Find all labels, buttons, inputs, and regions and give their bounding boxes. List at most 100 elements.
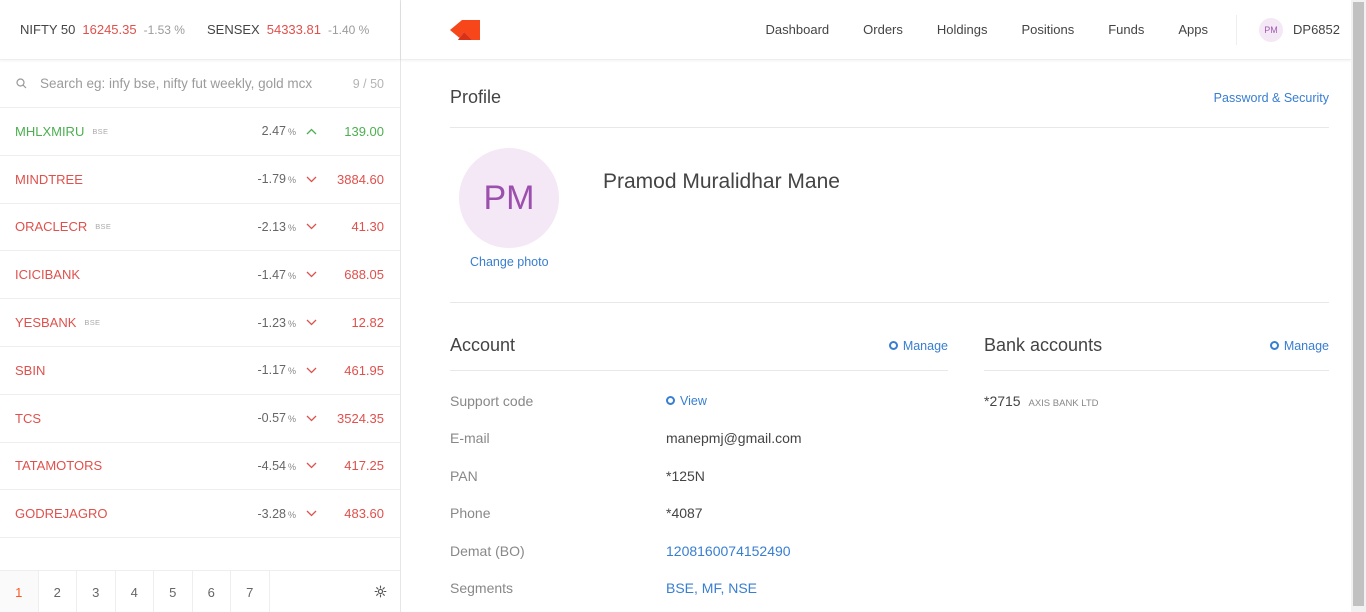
watchlist-item[interactable]: MINDTREE -1.79% 3884.60 — [0, 156, 400, 204]
watchlist-item[interactable]: ICICIBANK -1.47% 688.05 — [0, 251, 400, 300]
kite-logo-icon[interactable] — [450, 19, 482, 40]
change-value: -1.23 — [257, 315, 286, 330]
search-icon — [16, 77, 30, 91]
instrument-symbol: MINDTREE — [15, 171, 83, 187]
index-name: SENSEX — [206, 22, 260, 37]
change-value: -4.54 — [257, 458, 286, 473]
top-navbar: Dashboard Orders Holdings Positions Fund… — [401, 0, 1351, 60]
bank-title: Bank accounts — [984, 335, 1103, 355]
chevron-down-icon — [296, 319, 326, 326]
change-percent: -1.47% — [244, 268, 296, 282]
index-name: NIFTY 50 — [20, 22, 76, 37]
watchlist-page-3[interactable]: 3 — [77, 571, 116, 612]
scrollbar-thumb[interactable] — [1353, 2, 1364, 606]
watchlist: MHLXMIRU BSE 2.47% 139.00 MINDTREE -1.79% 3884… — [0, 108, 400, 539]
percent-sign: % — [287, 222, 296, 233]
user-full-name: Pramod Muralidhar Mane — [603, 170, 840, 193]
settings-gear-icon[interactable] — [360, 571, 400, 612]
nav-positions[interactable]: Positions — [1021, 22, 1074, 37]
segments-link[interactable]: BSE, MF, NSE — [666, 580, 757, 596]
watchlist-page-5[interactable]: 5 — [154, 571, 193, 612]
last-price: 417.25 — [344, 458, 384, 474]
index-change: -1.53 % — [143, 23, 185, 37]
chevron-down-icon — [296, 415, 326, 422]
view-label: View — [680, 393, 707, 408]
change-photo-link[interactable]: Change photo — [470, 255, 549, 269]
instrument-symbol: YESBANK — [15, 315, 77, 331]
watchlist-page-6[interactable]: 6 — [193, 571, 231, 612]
account-section: Account Manage Support code View E-mail … — [450, 303, 948, 607]
password-security-link[interactable]: Password & Security — [1214, 91, 1329, 105]
watchlist-item[interactable]: MHLXMIRU BSE 2.47% 139.00 — [0, 108, 400, 156]
index-value: 16245.35 — [82, 22, 137, 37]
nav-dashboard[interactable]: Dashboard — [766, 22, 830, 37]
index-sensex[interactable]: SENSEX 54333.81 -1.40 % — [207, 22, 369, 37]
exchange-badge: BSE — [92, 126, 109, 136]
app-root: NIFTY 50 16245.35 -1.53 % SENSEX 54333.8… — [0, 0, 1366, 612]
circle-icon — [1269, 341, 1279, 350]
user-id: DP6852 — [1293, 22, 1340, 37]
detail-row: Segments BSE, MF, NSE — [450, 570, 948, 608]
support-code-view-button[interactable]: View — [666, 394, 707, 408]
percent-sign: % — [287, 270, 296, 281]
demat-link[interactable]: 1208160074152490 — [666, 543, 791, 559]
last-price: 139.00 — [344, 123, 384, 139]
profile-avatar[interactable]: PM — [459, 148, 559, 248]
user-menu[interactable]: PM DP6852 — [1259, 17, 1340, 42]
last-price: 41.30 — [351, 219, 384, 235]
watchlist-item[interactable]: YESBANK BSE -1.23% 12.82 — [0, 299, 400, 347]
manage-label: Manage — [1283, 338, 1329, 353]
phone-value: *4087 — [666, 505, 703, 522]
index-value: 54333.81 — [266, 22, 321, 37]
nav-apps[interactable]: Apps — [1178, 22, 1208, 37]
exchange-badge: BSE — [95, 222, 112, 232]
last-price: 461.95 — [344, 362, 384, 378]
change-value: -1.47 — [257, 267, 286, 282]
watchlist-pager: 1234567 — [0, 570, 400, 612]
page-scrollbar[interactable] — [1351, 0, 1366, 612]
instrument-symbol: TCS — [15, 410, 41, 426]
watchlist-page-4[interactable]: 4 — [116, 571, 154, 612]
detail-label: E-mail — [450, 430, 490, 447]
account-manage-button[interactable]: Manage — [888, 339, 948, 353]
chevron-down-icon — [296, 271, 326, 278]
marketwatch-panel: NIFTY 50 16245.35 -1.53 % SENSEX 54333.8… — [0, 0, 401, 612]
bank-header: Bank accounts Manage — [984, 303, 1329, 371]
instrument-symbol: GODREJAGRO — [15, 506, 108, 522]
exchange-badge: BSE — [84, 318, 101, 328]
instrument-search: 9 / 50 — [0, 60, 400, 108]
nav-funds[interactable]: Funds — [1108, 22, 1144, 37]
account-header: Account Manage — [450, 303, 948, 371]
watchlist-item[interactable]: SBIN -1.17% 461.95 — [0, 347, 400, 395]
last-price: 3524.35 — [337, 410, 384, 426]
watchlist-item[interactable]: GODREJAGRO -3.28% 483.60 — [0, 490, 400, 539]
watchlist-item[interactable]: TATAMOTORS -4.54% 417.25 — [0, 443, 400, 491]
account-details: Support code View E-mail manepmj@gmail.c… — [450, 382, 948, 607]
nav-holdings[interactable]: Holdings — [937, 22, 988, 37]
change-value: -3.28 — [257, 506, 286, 521]
bank-account-item: *2715 AXIS BANK LTD — [984, 393, 1329, 409]
email-value: manepmj@gmail.com — [666, 430, 802, 447]
percent-sign: % — [287, 366, 296, 377]
detail-label: PAN — [450, 467, 478, 484]
index-nifty[interactable]: NIFTY 50 16245.35 -1.53 % — [20, 22, 185, 37]
instrument-symbol: SBIN — [15, 362, 46, 378]
detail-row: Demat (BO) 1208160074152490 — [450, 532, 948, 570]
watchlist-page-7[interactable]: 7 — [231, 571, 270, 612]
percent-sign: % — [287, 414, 296, 425]
watchlist-page-1[interactable]: 1 — [0, 571, 39, 612]
watchlist-item[interactable]: TCS -0.57% 3524.35 — [0, 395, 400, 443]
detail-label: Support code — [450, 392, 534, 409]
watchlist-item[interactable]: ORACLECR BSE -2.13% 41.30 — [0, 204, 400, 252]
instrument-symbol: ICICIBANK — [15, 267, 81, 283]
watchlist-page-2[interactable]: 2 — [39, 571, 77, 612]
search-input[interactable] — [40, 76, 353, 91]
last-price: 688.05 — [344, 267, 384, 283]
chevron-up-icon — [296, 128, 326, 135]
bank-manage-button[interactable]: Manage — [1269, 338, 1329, 353]
instrument-symbol: TATAMOTORS — [15, 458, 103, 474]
nav-orders[interactable]: Orders — [863, 22, 903, 37]
percent-sign: % — [287, 509, 296, 520]
account-title: Account — [450, 335, 516, 355]
instrument-symbol: MHLXMIRU — [15, 123, 85, 139]
